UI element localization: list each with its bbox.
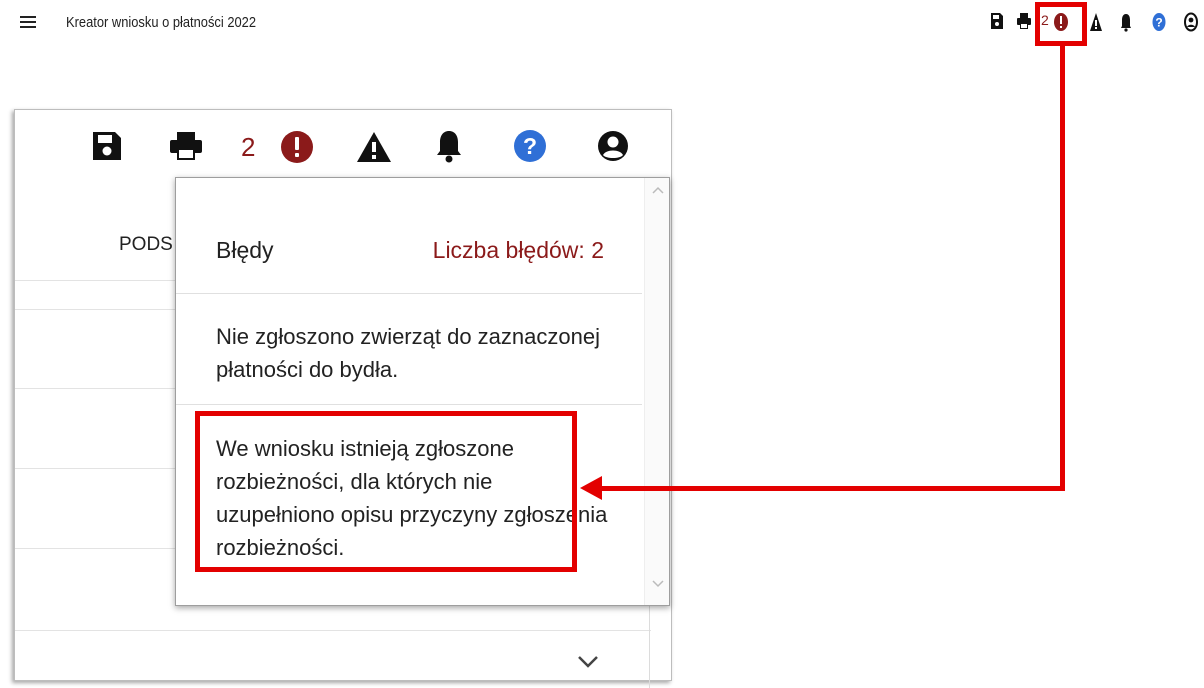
help-icon[interactable]: ?	[513, 129, 547, 163]
save-icon[interactable]	[91, 130, 123, 162]
user-icon[interactable]	[596, 129, 630, 163]
errors-count-label: Liczba błędów: 2	[432, 237, 604, 263]
annotation-arrowhead-icon	[580, 476, 602, 500]
help-icon[interactable]: ?	[1152, 12, 1166, 32]
print-icon[interactable]	[168, 130, 204, 162]
errors-header: Błędy Liczba błędów: 2	[176, 178, 642, 294]
background-tab-label[interactable]: PODS	[119, 234, 173, 256]
top-bar: Kreator wniosku o płatności 2022 2 ?	[0, 0, 1204, 50]
highlight-box-error-message	[195, 411, 577, 572]
print-icon[interactable]	[1016, 12, 1032, 30]
bell-icon[interactable]	[1120, 12, 1132, 32]
svg-text:?: ?	[523, 133, 537, 159]
chevron-down-icon[interactable]	[577, 655, 599, 669]
error-count: 2	[241, 132, 256, 162]
annotation-line-horizontal	[598, 486, 1065, 491]
divider	[176, 404, 642, 405]
error-item[interactable]: Nie zgłoszono zwierząt do zaznaczonej pł…	[216, 320, 616, 386]
dropdown-scrollbar[interactable]	[644, 178, 669, 605]
annotation-line-vertical	[1060, 46, 1065, 491]
divider	[15, 630, 651, 631]
save-icon[interactable]	[990, 12, 1004, 30]
svg-text:?: ?	[1155, 16, 1162, 30]
errors-title: Błędy	[216, 237, 274, 263]
error-icon[interactable]	[280, 130, 314, 164]
highlight-box-error-icon	[1035, 2, 1087, 46]
scroll-up-icon[interactable]	[652, 186, 664, 194]
bell-icon[interactable]	[434, 128, 464, 164]
warning-icon[interactable]	[355, 130, 393, 164]
hamburger-icon[interactable]	[20, 13, 36, 29]
app-title: Kreator wniosku o płatności 2022	[66, 14, 257, 31]
warning-icon[interactable]	[1089, 12, 1103, 32]
scroll-down-icon[interactable]	[652, 580, 664, 588]
user-icon[interactable]	[1184, 12, 1198, 32]
